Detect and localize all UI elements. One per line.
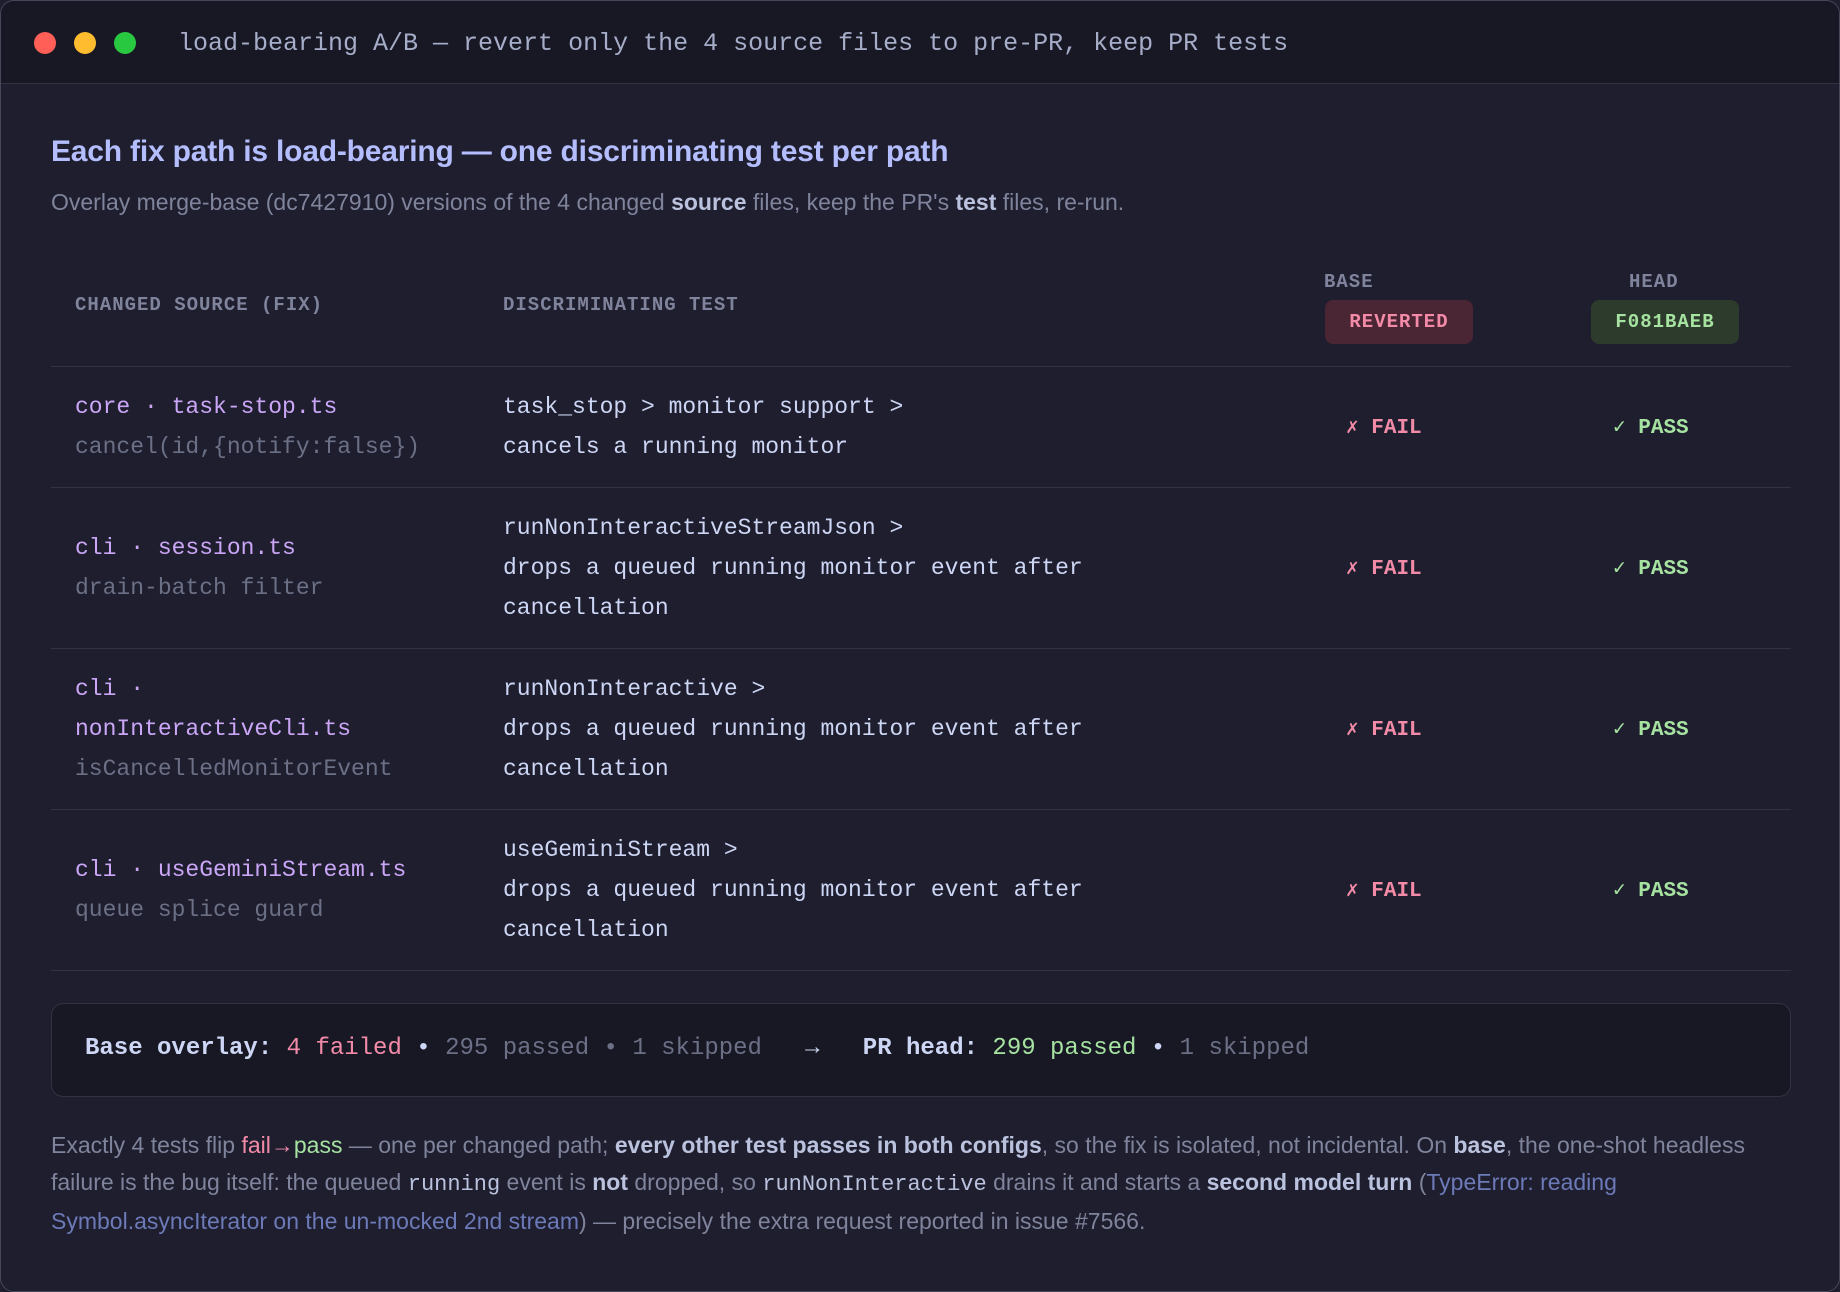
head-commit-badge: F081BAEB bbox=[1591, 300, 1739, 344]
explanation-paragraph: Exactly 4 tests flip fail→pass — one per… bbox=[51, 1127, 1791, 1240]
page-title: Each fix path is load-bearing — one disc… bbox=[51, 135, 949, 168]
footer-text: event is bbox=[500, 1169, 593, 1195]
footer-code: running bbox=[407, 1172, 501, 1197]
test-name-line: cancels a running monitor bbox=[503, 434, 849, 460]
maximize-window-button[interactable] bbox=[114, 32, 136, 54]
footer-fail-word: fail bbox=[241, 1132, 271, 1158]
column-header-test: DISCRIMINATING TEST bbox=[503, 294, 739, 316]
summary-base-failed: 4 failed bbox=[286, 1035, 402, 1062]
minimize-window-button[interactable] bbox=[74, 32, 96, 54]
source-detail: isCancelledMonitorEvent bbox=[75, 756, 393, 782]
subtitle-bold-source: source bbox=[671, 189, 747, 215]
footer-text: Exactly 4 tests flip bbox=[51, 1132, 242, 1158]
footer-arrow: → bbox=[270, 1132, 294, 1158]
head-result-pass: ✓ PASS bbox=[1613, 417, 1689, 440]
column-header-base: BASE bbox=[1324, 271, 1374, 293]
footer-text: dropped, so bbox=[627, 1169, 763, 1195]
source-cell: cli · useGeminiStream.ts queue splice gua… bbox=[75, 850, 475, 930]
summary-line: Base overlay: 4 failed • 295 passed • 1 … bbox=[85, 1035, 1309, 1062]
test-cell: runNonInteractiveStreamJson > drops a que… bbox=[503, 508, 1223, 628]
test-name-line: cancellation bbox=[503, 917, 669, 943]
head-result-pass: ✓ PASS bbox=[1613, 880, 1689, 903]
source-file: nonInteractiveCli.ts bbox=[75, 716, 352, 742]
head-result-pass: ✓ PASS bbox=[1613, 719, 1689, 742]
column-header-source: CHANGED SOURCE (FIX) bbox=[75, 294, 324, 316]
summary-separator: • bbox=[603, 1035, 618, 1062]
footer-bold: base bbox=[1453, 1132, 1506, 1158]
terminal-window: load-bearing A/B — revert only the 4 sou… bbox=[0, 0, 1840, 1292]
footer-text: , so the fix is isolated, not incidental… bbox=[1041, 1132, 1454, 1158]
page-subtitle: Overlay merge-base (dc7427910) versions … bbox=[51, 189, 1791, 216]
footer-text: — one per changed path; bbox=[342, 1132, 615, 1158]
results-table: CHANGED SOURCE (FIX) DISCRIMINATING TEST… bbox=[51, 256, 1791, 971]
base-result-fail: ✗ FAIL bbox=[1346, 417, 1422, 440]
footer-text: ) — precisely the extra request reported… bbox=[578, 1208, 1146, 1234]
test-name-line: useGeminiStream > bbox=[503, 837, 738, 863]
source-file: cli · useGeminiStream.ts bbox=[75, 857, 407, 883]
test-name-line: runNonInteractiveStreamJson > bbox=[503, 515, 904, 541]
test-name-line: cancellation bbox=[503, 595, 669, 621]
summary-base-skipped: 1 skipped bbox=[632, 1035, 762, 1062]
summary-head-label: PR head: bbox=[862, 1035, 979, 1062]
subtitle-text: files, keep the PR's bbox=[746, 189, 956, 215]
footer-bold: second model turn bbox=[1206, 1169, 1413, 1195]
footer-code: runNonInteractive bbox=[762, 1172, 987, 1197]
title-bar: load-bearing A/B — revert only the 4 sou… bbox=[1, 1, 1839, 84]
summary-head-passed: 299 passed bbox=[992, 1035, 1137, 1062]
test-name-line: task_stop > monitor support > bbox=[503, 394, 904, 420]
table-body: core · task-stop.ts cancel(id,{notify:fal… bbox=[51, 367, 1791, 971]
test-name-line: runNonInteractive > bbox=[503, 676, 766, 702]
test-name-line: drops a queued running monitor event aft… bbox=[503, 555, 1083, 581]
summary-base-label: Base overlay: bbox=[85, 1035, 273, 1062]
table-row: cli · session.ts drain-batch filter runNon… bbox=[51, 488, 1791, 649]
source-cell: cli · session.ts drain-batch filter bbox=[75, 528, 475, 608]
source-detail: drain-batch filter bbox=[75, 575, 324, 601]
summary-box: Base overlay: 4 failed • 295 passed • 1 … bbox=[51, 1003, 1791, 1097]
table-row: core · task-stop.ts cancel(id,{notify:fal… bbox=[51, 367, 1791, 488]
table-header: CHANGED SOURCE (FIX) DISCRIMINATING TEST… bbox=[51, 256, 1791, 367]
test-name-line: drops a queued running monitor event aft… bbox=[503, 716, 1083, 742]
test-cell: useGeminiStream > drops a queued running … bbox=[503, 830, 1223, 950]
window-title: load-bearing A/B — revert only the 4 sou… bbox=[178, 29, 1289, 58]
base-reverted-badge: REVERTED bbox=[1325, 300, 1473, 344]
subtitle-text: files, re-run. bbox=[996, 189, 1125, 215]
footer-text: ( bbox=[1412, 1169, 1427, 1195]
summary-separator: • bbox=[1150, 1035, 1166, 1062]
base-result-fail: ✗ FAIL bbox=[1346, 880, 1422, 903]
summary-base-passed: 295 passed bbox=[445, 1035, 590, 1062]
subtitle-bold-test: test bbox=[955, 189, 997, 215]
base-result-fail: ✗ FAIL bbox=[1346, 719, 1422, 742]
source-cell: core · task-stop.ts cancel(id,{notify:fal… bbox=[75, 387, 475, 467]
table-row: cli · nonInteractiveCli.ts isCancelledMoni… bbox=[51, 649, 1791, 810]
source-file: cli · bbox=[75, 676, 145, 702]
table-row: cli · useGeminiStream.ts queue splice gua… bbox=[51, 810, 1791, 971]
column-header-head: HEAD bbox=[1629, 271, 1679, 293]
source-detail: cancel(id,{notify:false}) bbox=[75, 434, 421, 460]
footer-text: drains it and starts a bbox=[986, 1169, 1207, 1195]
report-content: Each fix path is load-bearing — one disc… bbox=[51, 83, 1791, 1240]
test-name-line: cancellation bbox=[503, 756, 669, 782]
summary-arrow: → bbox=[805, 1035, 820, 1062]
footer-bold: not bbox=[592, 1169, 628, 1195]
summary-separator: • bbox=[416, 1035, 431, 1062]
test-cell: task_stop > monitor support > cancels a r… bbox=[503, 387, 1223, 467]
subtitle-text: Overlay merge-base (dc7427910) versions … bbox=[51, 189, 672, 215]
source-file: core · task-stop.ts bbox=[75, 394, 338, 420]
summary-head-skipped: 1 skipped bbox=[1179, 1035, 1310, 1062]
footer-pass-word: pass bbox=[293, 1132, 343, 1158]
source-cell: cli · nonInteractiveCli.ts isCancelledMoni… bbox=[75, 669, 475, 789]
test-cell: runNonInteractive > drops a queued runnin… bbox=[503, 669, 1223, 789]
base-result-fail: ✗ FAIL bbox=[1346, 558, 1422, 581]
head-result-pass: ✓ PASS bbox=[1613, 558, 1689, 581]
source-detail: queue splice guard bbox=[75, 897, 324, 923]
footer-bold: every other test passes in both configs bbox=[614, 1132, 1042, 1158]
close-window-button[interactable] bbox=[34, 32, 56, 54]
source-file: cli · session.ts bbox=[75, 535, 296, 561]
test-name-line: drops a queued running monitor event aft… bbox=[503, 877, 1083, 903]
